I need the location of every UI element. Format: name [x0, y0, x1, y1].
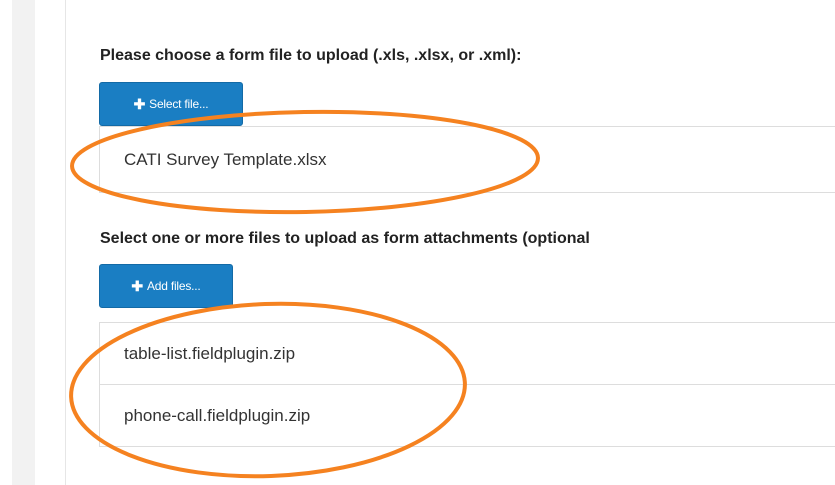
panel-divider: [65, 0, 66, 485]
upload-form-page: Please choose a form file to upload (.xl…: [0, 0, 835, 485]
list-item: CATI Survey Template.xlsx: [100, 127, 835, 193]
select-file-button-label: Select file...: [149, 97, 209, 111]
plus-icon: ✚: [131, 278, 143, 294]
attachment-file-name: table-list.fieldplugin.zip: [124, 343, 296, 363]
attachment-file-name: phone-call.fieldplugin.zip: [124, 405, 311, 425]
add-files-button-label: Add files...: [146, 279, 201, 293]
attachment-file-list: table-list.fieldplugin.zip phone-call.fi…: [99, 322, 835, 447]
add-files-button[interactable]: ✚ Add files...: [99, 264, 233, 308]
form-file-name: CATI Survey Template.xlsx: [124, 149, 327, 169]
attachments-label: Select one or more files to upload as fo…: [100, 230, 590, 247]
list-item: table-list.fieldplugin.zip: [100, 323, 835, 385]
form-file-list: CATI Survey Template.xlsx: [99, 126, 835, 193]
plus-icon: ✚: [133, 96, 146, 112]
list-item: phone-call.fieldplugin.zip: [100, 385, 835, 447]
select-file-button[interactable]: ✚ Select file...: [99, 82, 243, 126]
form-file-label: Please choose a form file to upload (.xl…: [100, 47, 522, 64]
left-gutter: [12, 0, 35, 485]
